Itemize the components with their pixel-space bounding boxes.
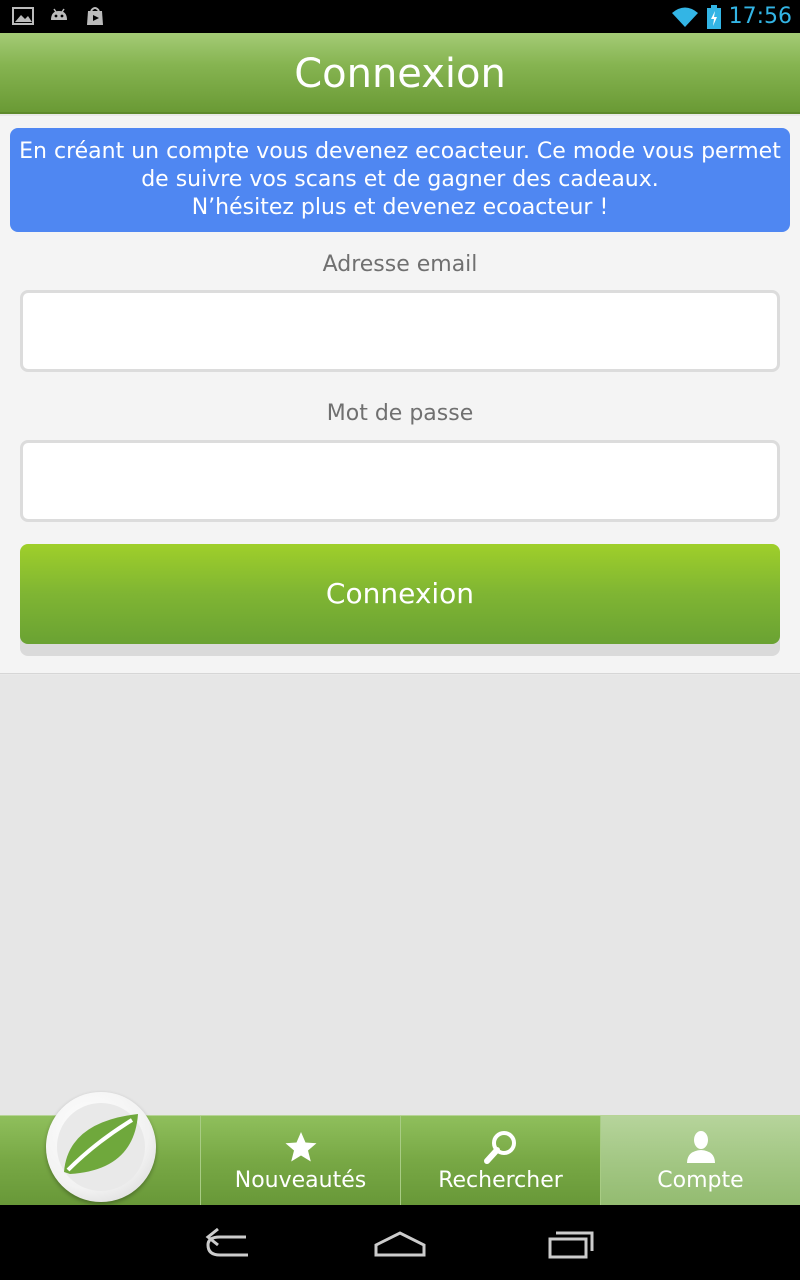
tab-label-compte: Compte [657,1168,744,1193]
password-label: Mot de passe [326,401,474,426]
email-field[interactable] [20,290,780,372]
tab-label-rechercher: Rechercher [438,1168,563,1193]
page-title: Connexion [294,51,506,97]
status-bar: 17:56 [0,0,800,33]
email-label: Adresse email [322,252,478,277]
tab-compte[interactable]: Compte [600,1116,800,1206]
password-field[interactable] [20,440,780,522]
tab-home[interactable] [0,1092,200,1206]
bottom-tab-bar: Nouveautés Rechercher Compte [0,1092,800,1206]
tab-nouveautes[interactable]: Nouveautés [200,1116,400,1206]
home-icon[interactable] [370,1225,430,1261]
search-icon [483,1131,516,1164]
leaf-logo-icon[interactable] [46,1092,156,1202]
login-button[interactable]: Connexion [20,544,780,644]
back-icon[interactable] [200,1225,260,1261]
wifi-icon [671,7,698,27]
tab-label-nouveautes: Nouveautés [234,1168,367,1193]
status-right: 17:56 [671,4,792,29]
info-line-2: de suivre vos scans et de gagner des cad… [141,167,659,192]
app-header: Connexion [0,33,800,114]
system-nav-bar [0,1205,800,1280]
notification-icons [12,6,106,26]
android-icon [51,8,67,20]
play-store-icon [87,7,103,25]
gallery-icon [12,7,34,25]
info-banner: En créant un compte vous devenez ecoacte… [10,128,790,232]
login-form: En créant un compte vous devenez ecoacte… [0,116,800,674]
info-line-3: N’hésitez plus et devenez ecoacteur ! [191,195,609,220]
user-icon [686,1131,715,1163]
info-line-1: En créant un compte vous devenez ecoacte… [19,139,781,164]
tab-rechercher[interactable]: Rechercher [400,1116,600,1206]
star-icon [285,1132,316,1162]
battery-icon [706,4,721,29]
recent-apps-icon[interactable] [540,1225,600,1261]
content-background [0,675,800,1115]
clock: 17:56 [728,4,792,29]
